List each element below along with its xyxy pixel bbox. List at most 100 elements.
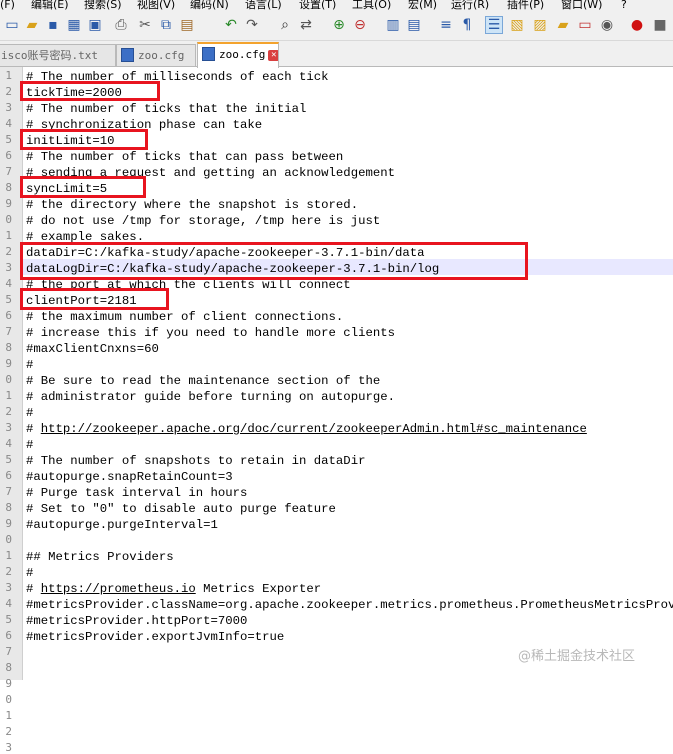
line-number: 5 xyxy=(5,133,12,146)
tab-zoo-cfg-1[interactable]: zoo.cfg xyxy=(116,44,196,66)
save-all-icon[interactable]: ▦ xyxy=(65,16,83,34)
code-line: # administrator guide before turning on … xyxy=(26,390,395,404)
redo-icon[interactable]: ↷ xyxy=(243,16,261,34)
menu-run[interactable]: 运行(R) xyxy=(451,0,489,10)
code-line: # The number of snapshots to retain in d… xyxy=(26,454,366,468)
menu-encoding[interactable]: 编码(N) xyxy=(190,0,229,10)
line-number: 2 xyxy=(5,565,12,578)
line-number: 2 xyxy=(5,245,12,258)
highlight-box-synclimit xyxy=(20,176,146,198)
line-number: 7 xyxy=(5,165,12,178)
open-icon[interactable]: ▰ xyxy=(23,16,41,34)
tab-zoo-cfg-2[interactable]: zoo.cfg ✕ xyxy=(197,42,279,68)
record-icon[interactable]: ● xyxy=(628,16,646,34)
code-line: # Be sure to read the maintenance sectio… xyxy=(26,374,381,388)
folder-icon[interactable]: ▰ xyxy=(554,16,572,34)
code-line: # Purge task interval in hours xyxy=(26,486,248,500)
line-number: 3 xyxy=(5,101,12,114)
menu-window[interactable]: 窗口(W) xyxy=(561,0,602,10)
sync-h-icon[interactable]: ▤ xyxy=(405,16,423,34)
line-number: 1 xyxy=(5,389,12,402)
code-line: # Set to "0" to disable auto purge featu… xyxy=(26,502,336,516)
menu-file[interactable]: (F) xyxy=(0,0,15,10)
line-number: 9 xyxy=(5,677,12,690)
new-file-icon[interactable]: ▭ xyxy=(3,16,21,34)
function-list-icon[interactable]: ▨ xyxy=(531,16,549,34)
line-number: 6 xyxy=(5,469,12,482)
replace-icon[interactable]: ⇄ xyxy=(297,16,315,34)
line-number: 3 xyxy=(5,581,12,594)
code-line: # The number of ticks that can pass betw… xyxy=(26,150,344,164)
doc-map-icon[interactable]: ▧ xyxy=(508,16,526,34)
code-line: # xyxy=(26,406,34,420)
line-number: 8 xyxy=(5,661,12,674)
line-number: 4 xyxy=(5,437,12,450)
show-all-chars-icon[interactable]: ¶ xyxy=(458,16,476,34)
line-number: 8 xyxy=(5,501,12,514)
save-icon[interactable]: ▪ xyxy=(44,16,62,34)
line-number: 3 xyxy=(5,421,12,434)
tab-bar: isco账号密码.txt zoo.cfg zoo.cfg ✕ xyxy=(0,41,673,68)
line-number-gutter: 1 2 3 4 5 6 7 8 9 0 1 2 3 4 5 6 7 8 9 0 1 2 3 4 5 6 7 8 9 0 1 2 3 4 5 6 7 8 9 0… xyxy=(0,67,23,754)
zoom-in-icon[interactable]: ⊕ xyxy=(330,16,348,34)
indent-guide-icon[interactable]: ☰ xyxy=(485,16,503,34)
menu-macro[interactable]: 宏(M) xyxy=(408,0,437,10)
line-number: 5 xyxy=(5,453,12,466)
code-line: # xyxy=(26,438,34,452)
close-tab-icon[interactable]: ✕ xyxy=(268,49,278,61)
highlight-box-datadir xyxy=(20,242,528,280)
menu-plugins[interactable]: 插件(P) xyxy=(507,0,544,10)
watermark: @稀土掘金技术社区 xyxy=(518,649,636,664)
tab-label: zoo.cfg xyxy=(138,49,185,62)
menu-help[interactable]: ? xyxy=(621,0,627,10)
paste-icon[interactable]: ▤ xyxy=(178,16,196,34)
line-number: 7 xyxy=(5,645,12,658)
code-line: # do not use /tmp for storage, /tmp here… xyxy=(26,214,381,228)
highlight-box-ticktime xyxy=(20,81,160,101)
line-number: 4 xyxy=(5,277,12,290)
stop-icon[interactable]: ■ xyxy=(651,16,669,34)
copy-icon[interactable]: ⧉ xyxy=(157,16,175,34)
doc-icon[interactable]: ▭ xyxy=(576,16,594,34)
highlight-box-initlimit xyxy=(20,129,148,150)
code-line: # the maximum number of client connectio… xyxy=(26,310,344,324)
line-number: 8 xyxy=(5,341,12,354)
wrap-icon[interactable]: ≡ xyxy=(437,16,455,34)
code-line: ## Metrics Providers xyxy=(26,550,174,564)
toolbar: ▭ ▰ ▪ ▦ ▣ ⎙ ✂ ⧉ ▤ ↶ ↷ ⌕ ⇄ ⊕ ⊖ ▥ ▤ ≡ ¶ ☰ … xyxy=(0,12,673,41)
code-line: # https://prometheus.io Metrics Exporter xyxy=(26,582,322,596)
cut-icon[interactable]: ✂ xyxy=(136,16,154,34)
menu-edit[interactable]: 编辑(E) xyxy=(31,0,69,10)
menu-tools[interactable]: 工具(O) xyxy=(352,0,391,10)
close-icon[interactable]: ▣ xyxy=(86,16,104,34)
line-number: 1 xyxy=(5,229,12,242)
line-number: 1 xyxy=(5,69,12,82)
menu-settings[interactable]: 设置(T) xyxy=(299,0,336,10)
undo-icon[interactable]: ↶ xyxy=(222,16,240,34)
find-icon[interactable]: ⌕ xyxy=(276,16,294,34)
line-number: 4 xyxy=(5,117,12,130)
line-number: 5 xyxy=(5,293,12,306)
url-link[interactable]: http://zookeeper.apache.org/doc/current/… xyxy=(41,422,587,436)
zoom-out-icon[interactable]: ⊖ xyxy=(351,16,369,34)
text-editor[interactable]: # The number of milliseconds of each tic… xyxy=(23,67,673,680)
line-number: 0 xyxy=(5,373,12,386)
line-number: 9 xyxy=(5,197,12,210)
code-line: #metricsProvider.className=org.apache.zo… xyxy=(26,598,673,612)
sync-v-icon[interactable]: ▥ xyxy=(384,16,402,34)
url-link[interactable]: https://prometheus.io xyxy=(41,582,196,596)
monitor-icon[interactable]: ◉ xyxy=(598,16,616,34)
menu-search[interactable]: 搜索(S) xyxy=(84,0,122,10)
menu-view[interactable]: 视图(V) xyxy=(137,0,175,10)
line-number: 3 xyxy=(5,261,12,274)
line-number: 6 xyxy=(5,629,12,642)
line-number: 0 xyxy=(5,693,12,706)
highlight-box-clientport xyxy=(20,288,169,310)
tab-isco-txt[interactable]: isco账号密码.txt xyxy=(0,44,116,66)
line-number: 3 xyxy=(5,741,12,754)
saved-file-icon xyxy=(202,47,215,61)
line-number: 9 xyxy=(5,357,12,370)
code-line: # xyxy=(26,566,34,580)
print-icon[interactable]: ⎙ xyxy=(112,16,130,34)
menu-language[interactable]: 语言(L) xyxy=(245,0,282,10)
